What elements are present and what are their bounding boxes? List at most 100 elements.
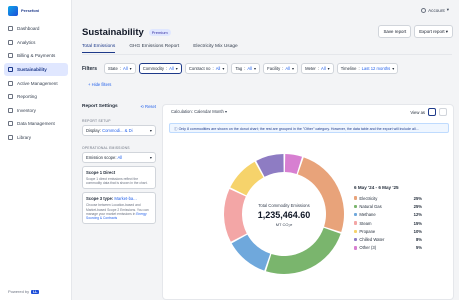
scope1-title: Scope 1 Direct <box>86 170 116 175</box>
filter-separator: : <box>119 66 121 71</box>
filter-commodity[interactable]: Commodity: All ▾ <box>138 63 182 74</box>
legend-item[interactable]: Methane 12% <box>354 211 422 219</box>
calc-label: Calculation: <box>171 109 193 114</box>
filter-name: Facility <box>267 66 281 71</box>
legend-name: Other (3) <box>354 245 376 250</box>
center-title: Total Commodity Emissions <box>258 203 310 208</box>
dashboard-icon <box>8 26 13 32</box>
tab-electricity-mix-usage[interactable]: Electricity Mix Usage <box>193 44 238 53</box>
legend-item[interactable]: Other (3) 5% <box>354 244 422 252</box>
legend-item[interactable]: Propane 10% <box>354 227 422 235</box>
donut-slice-propane[interactable] <box>230 161 264 196</box>
premium-badge: Premium <box>148 29 171 36</box>
chevron-down-icon: ▾ <box>327 66 330 71</box>
filter-value: All <box>169 66 174 71</box>
database-icon <box>8 121 13 127</box>
legend-label: Propane <box>359 228 376 234</box>
hide-filters-link[interactable]: + Hide filters <box>88 82 111 87</box>
legend-name: Chilled Water <box>354 237 384 242</box>
calculation-select[interactable]: Calculation: Calendar Month ▾ <box>171 109 227 114</box>
scope3-card: Scope 3 type: Market-ba... Choose betwee… <box>82 192 156 225</box>
brand-logo[interactable]: Persefoni <box>8 6 41 16</box>
filter-meter[interactable]: Meter: All ▾ <box>301 63 334 74</box>
sidebar-item-label: Library <box>17 135 32 141</box>
sidebar-item-sustainability[interactable]: Sustainability <box>4 62 68 77</box>
report-settings: Report Settings ⟲ Reset REPORT SETUP Dis… <box>82 104 156 225</box>
legend-item[interactable]: Natural Gas 25% <box>354 202 422 210</box>
sidebar-item-reporting[interactable]: Reporting <box>4 90 68 104</box>
filter-name: State <box>108 66 118 71</box>
legend-swatch <box>354 246 358 250</box>
filter-value: All <box>247 66 253 71</box>
logo-mark-icon <box>8 6 18 16</box>
sidebar-item-label: Reporting <box>17 94 37 100</box>
filter-name: Contract no <box>188 66 211 71</box>
chevron-down-icon: ▾ <box>225 109 228 114</box>
legend-name: Propane <box>354 229 375 234</box>
filter-value: All <box>215 66 221 71</box>
powered-by-label: Powered by <box>8 289 30 294</box>
sidebar-item-inventory[interactable]: Inventory <box>4 104 68 118</box>
sidebar-nav: Dashboard Analytics Billing & Payments Sust… <box>4 22 68 144</box>
export-report-button[interactable]: Export report ▾ <box>414 25 453 38</box>
tab-divider <box>82 54 452 55</box>
sidebar-item-dashboard[interactable]: Dashboard <box>4 22 68 36</box>
legend-item[interactable]: Steam 15% <box>354 219 422 227</box>
filter-separator: : <box>317 66 320 71</box>
leaf-icon <box>8 67 13 73</box>
sidebar-item-billing-payments[interactable]: Billing & Payments <box>4 49 68 63</box>
legend-swatch <box>354 237 358 242</box>
filter-timeline[interactable]: Timeline: Last 12 months ▾ <box>336 63 399 74</box>
filter-contract-no[interactable]: Contract no: All ▾ <box>184 63 229 74</box>
filter-separator: : <box>165 66 168 71</box>
page-header: Sustainability Premium <box>82 27 171 38</box>
legend-name: Natural Gas <box>354 204 382 209</box>
sidebar-item-active-management[interactable]: Active Management <box>4 76 68 90</box>
scope3-type-select[interactable]: Scope 3 type: Market-ba... <box>86 196 152 201</box>
legend-value: 10% <box>413 228 422 234</box>
display-value: Commodi... & Di <box>102 128 133 133</box>
legend-name: Electricity <box>354 196 377 201</box>
tab-total-emissions[interactable]: Total Emissions <box>82 44 116 53</box>
account-menu[interactable]: Account ▾ <box>421 7 449 13</box>
sidebar-item-analytics[interactable]: Analytics <box>4 36 68 50</box>
chevron-down-icon: ▾ <box>292 66 295 71</box>
legend-item[interactable]: Electricity 25% <box>354 194 422 202</box>
sidebar-item-label: Data Management <box>17 121 55 127</box>
donut-slice-methane[interactable] <box>231 234 271 271</box>
scope1-card: Scope 1 Direct Scope 1 direct emissions … <box>82 166 156 190</box>
legend-value: 25% <box>413 203 422 209</box>
emission-scope-select[interactable]: Emission scope: All ▾ <box>82 152 156 163</box>
table-view-icon[interactable] <box>439 108 447 116</box>
billing-icon <box>8 53 13 59</box>
center-unit: MT CO₂e <box>275 222 293 227</box>
library-icon <box>8 135 13 141</box>
donut-slice-natural-gas[interactable] <box>265 227 341 274</box>
legend-label: Natural Gas <box>359 203 382 209</box>
filter-state[interactable]: State: All ▾ <box>104 63 136 74</box>
reset-button[interactable]: ⟲ Reset <box>140 104 156 109</box>
filter-separator: : <box>282 66 284 71</box>
legend-item[interactable]: Chilled Water 8% <box>354 235 422 243</box>
view-as-toggle: View as <box>410 108 447 116</box>
scope1-text: Scope 1 direct emissions reflect the com… <box>86 177 148 186</box>
chevron-down-icon: ▾ <box>254 66 257 71</box>
filter-facility[interactable]: Facility: All ▾ <box>263 63 299 74</box>
legend-value: 15% <box>413 220 422 226</box>
scope-value: All <box>117 155 123 160</box>
legend-value: 25% <box>413 195 422 201</box>
brand-name: Persefoni <box>21 8 40 13</box>
donut-view-icon[interactable] <box>428 108 436 116</box>
filter-name: Tag <box>235 66 243 71</box>
display-select[interactable]: Display: Commodi... & Di ▾ <box>82 125 156 136</box>
scope3-value: Market-ba... <box>114 196 137 202</box>
sidebar-item-library[interactable]: Library <box>4 131 68 145</box>
operational-emissions-label: OPERATIONAL EMISSIONS <box>82 146 130 150</box>
tab-ghg-emissions-report[interactable]: GHG Emissions Report <box>129 44 179 53</box>
page-title: Sustainability <box>82 27 144 38</box>
sidebar-item-data-management[interactable]: Data Management <box>4 117 68 131</box>
chart-icon <box>8 39 13 45</box>
save-report-button[interactable]: Save report <box>378 25 412 38</box>
donut-center: Total Commodity Emissions 1,235,464.60 M… <box>219 203 349 227</box>
filter-tag[interactable]: Tag: All ▾ <box>231 63 261 74</box>
